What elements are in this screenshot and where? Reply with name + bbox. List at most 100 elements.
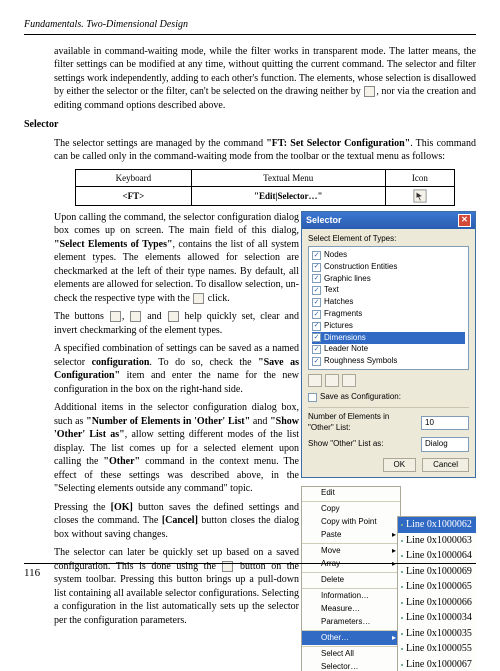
- submenu-item[interactable]: Line 0x1000035: [398, 626, 476, 642]
- context-menu-item[interactable]: Selector…: [302, 661, 400, 671]
- submenu-item[interactable]: Line 0x1000062: [398, 517, 476, 533]
- col-textual-menu: Textual Menu: [191, 169, 385, 186]
- command-table: Keyboard Textual Menu Icon <FT> "Edit|Se…: [75, 169, 455, 206]
- menu-item-icon: [306, 633, 317, 644]
- type-checkbox[interactable]: ✓: [312, 263, 321, 272]
- t: Pressing the: [54, 502, 111, 513]
- context-menu-item[interactable]: Parameters…: [302, 616, 400, 629]
- save-config-label: Save as Configuration:: [320, 392, 401, 403]
- type-label: Graphic lines: [324, 274, 371, 285]
- check-all-button[interactable]: [308, 374, 322, 387]
- context-menu-item[interactable]: Measure…: [302, 603, 400, 616]
- save-config-row[interactable]: Save as Configuration:: [308, 391, 469, 403]
- types-list[interactable]: ✓Nodes✓Construction Entities✓Graphic lin…: [308, 246, 469, 370]
- context-menu-item[interactable]: Copy with Point: [302, 516, 400, 529]
- t: [OK]: [111, 502, 133, 513]
- type-label: Pictures: [324, 321, 353, 332]
- invert-checks-button[interactable]: [342, 374, 356, 387]
- save-config-checkbox[interactable]: [308, 393, 317, 402]
- type-checkbox[interactable]: ✓: [312, 274, 321, 283]
- submenu-item[interactable]: Line 0x1000034: [398, 610, 476, 626]
- menu-item-label: Select All: [321, 649, 354, 660]
- submenu-arrow-icon: ▸: [392, 530, 396, 541]
- type-checkbox[interactable]: ✓: [312, 345, 321, 354]
- context-menu-item[interactable]: Information…: [302, 588, 400, 603]
- t: . To do so, check the: [149, 357, 258, 368]
- mouse-icon: [193, 293, 204, 304]
- context-menu-item[interactable]: Other… ▸: [302, 630, 400, 645]
- show-list-label: Show "Other" List as:: [308, 439, 384, 450]
- menu-item-icon: [306, 488, 317, 499]
- type-label: Hatches: [324, 297, 353, 308]
- type-row[interactable]: ✓Leader Note: [312, 344, 465, 356]
- type-row[interactable]: ✓Fragments: [312, 308, 465, 320]
- context-menu-item[interactable]: Copy: [302, 501, 400, 516]
- type-row[interactable]: ✓Pictures: [312, 320, 465, 332]
- menu-item-icon: [306, 604, 317, 615]
- type-checkbox[interactable]: ✓: [312, 251, 321, 260]
- ok-button[interactable]: OK: [383, 458, 417, 473]
- t: click.: [205, 293, 229, 304]
- dialog-title-text: Selector: [306, 214, 342, 226]
- set-all-icon: [110, 311, 121, 322]
- p2: Upon calling the command, the selector c…: [54, 211, 299, 306]
- col-icon: Icon: [385, 169, 454, 186]
- type-label: Construction Entities: [324, 262, 397, 273]
- type-checkbox[interactable]: ✓: [312, 322, 321, 331]
- submenu-item-label: Line 0x1000064: [406, 549, 472, 563]
- type-row[interactable]: ✓Dimensions: [312, 332, 465, 344]
- submenu-item-label: Line 0x1000055: [406, 642, 472, 656]
- menu-item-label: Other…: [321, 633, 349, 644]
- uncheck-all-button[interactable]: [325, 374, 339, 387]
- type-row[interactable]: ✓Construction Entities: [312, 261, 465, 273]
- show-list-field[interactable]: Dialog: [421, 437, 469, 452]
- t: and: [250, 416, 270, 427]
- type-row[interactable]: ✓Hatches: [312, 297, 465, 309]
- num-elements-label: Number of Elements in "Other" List:: [308, 412, 417, 434]
- p5: Additional items in the selector configu…: [54, 401, 299, 496]
- submenu-item[interactable]: Line 0x1000064: [398, 548, 476, 564]
- cell-menu: "Edit|Selector…": [191, 186, 385, 205]
- submenu-item-label: Line 0x1000035: [406, 627, 472, 641]
- line-icon: [401, 555, 403, 557]
- submenu-item[interactable]: Line 0x1000055: [398, 641, 476, 657]
- type-label: Nodes: [324, 250, 347, 261]
- submenu-item-label: Line 0x1000034: [406, 611, 472, 625]
- menu-item-label: Selector…: [321, 662, 358, 671]
- dialog-titlebar[interactable]: Selector ✕: [302, 212, 475, 229]
- line-icon: [401, 633, 403, 635]
- line-icon: [401, 617, 403, 619]
- type-checkbox[interactable]: ✓: [312, 310, 321, 319]
- submenu-item[interactable]: Line 0x1000063: [398, 533, 476, 549]
- type-label: Fragments: [324, 309, 362, 320]
- line-icon: [401, 664, 403, 666]
- type-row[interactable]: ✓Graphic lines: [312, 273, 465, 285]
- submenu-arrow-icon: ▸: [392, 633, 396, 644]
- type-row[interactable]: ✓Nodes: [312, 249, 465, 261]
- type-checkbox[interactable]: ✓: [312, 357, 321, 366]
- context-menu-item[interactable]: Edit: [302, 487, 400, 500]
- intro-paragraph: available in command-waiting mode, while…: [54, 45, 476, 113]
- close-icon[interactable]: ✕: [458, 214, 471, 227]
- submenu-item[interactable]: Line 0x1000065: [398, 579, 476, 595]
- context-menu-item[interactable]: Select All: [302, 646, 400, 661]
- cell-icon: [385, 186, 454, 205]
- type-checkbox[interactable]: ✓: [312, 298, 321, 307]
- cursor-icon: [364, 86, 375, 97]
- submenu-item[interactable]: Line 0x1000066: [398, 595, 476, 611]
- context-menu-item[interactable]: Move▸: [302, 543, 400, 558]
- t: "Number of Elements in 'Other' List": [86, 416, 250, 427]
- type-checkbox[interactable]: ✓: [312, 333, 321, 342]
- other-submenu[interactable]: Line 0x1000062Line 0x1000063Line 0x10000…: [397, 516, 476, 671]
- menu-item-icon: [306, 546, 317, 557]
- type-label: Text: [324, 285, 339, 296]
- cancel-button[interactable]: Cancel: [422, 458, 469, 473]
- submenu-item-label: Line 0x1000065: [406, 580, 472, 594]
- type-row[interactable]: ✓Text: [312, 285, 465, 297]
- submenu-item[interactable]: Line 0x1000067: [398, 657, 476, 671]
- context-menu-item[interactable]: Paste▸: [302, 529, 400, 542]
- type-row[interactable]: ✓Roughness Symbols: [312, 356, 465, 368]
- num-elements-field[interactable]: 10: [421, 416, 469, 431]
- type-checkbox[interactable]: ✓: [312, 286, 321, 295]
- menu-item-label: Parameters…: [321, 617, 370, 628]
